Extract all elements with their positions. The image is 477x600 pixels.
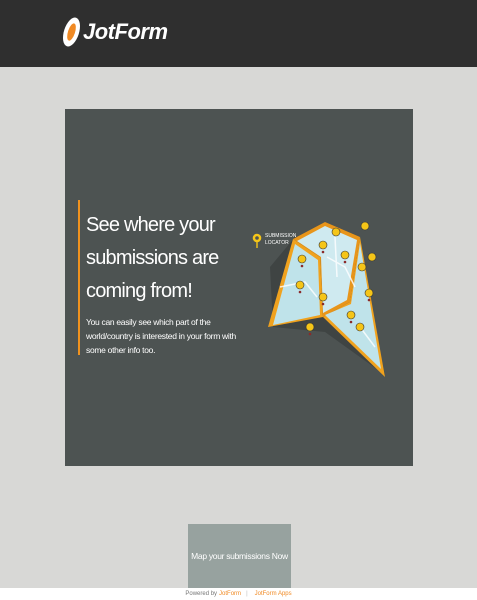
promo-banner: See where your submissions are coming fr… (65, 109, 413, 466)
banner-description: You can easily see which part of the wor… (86, 317, 236, 355)
footer: Powered by JotForm | JotForm Apps (0, 588, 477, 600)
jotform-logo-icon (59, 15, 84, 49)
powered-by-text: Powered by (185, 591, 218, 597)
map-pin-icon (252, 233, 262, 248)
map-submissions-button[interactable]: Map your submissions Now (188, 524, 291, 588)
jotform-logo[interactable]: JotForm (59, 14, 168, 50)
header-bar: JotForm (0, 0, 477, 67)
accent-bar (78, 200, 80, 355)
banner-headline: See where your submissions are coming fr… (86, 214, 219, 302)
jotform-link[interactable]: JotForm (219, 591, 241, 597)
brand-name: JotForm (83, 19, 168, 44)
jotform-apps-link[interactable]: JotForm Apps (255, 591, 292, 597)
folded-map-icon (268, 221, 385, 377)
footer-separator: | (246, 591, 248, 597)
